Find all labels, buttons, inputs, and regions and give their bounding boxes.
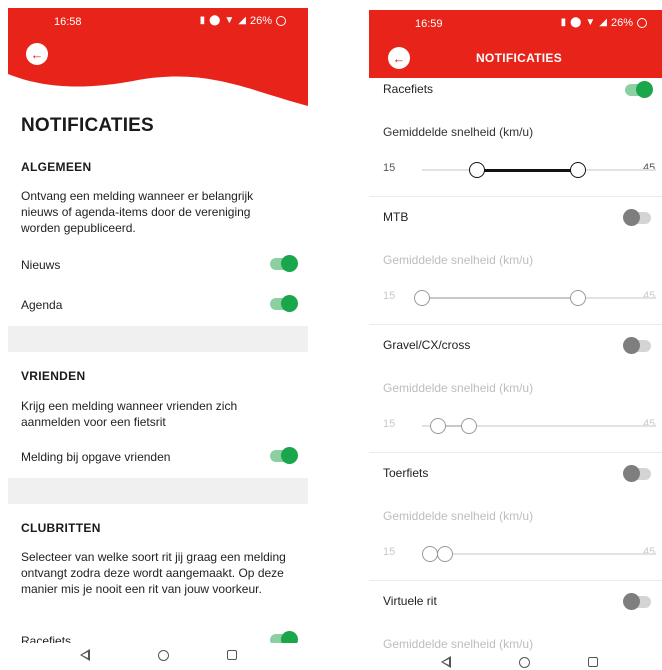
toggle-knob [623, 209, 640, 226]
battery-text: 26% [249, 15, 272, 27]
slider-selected-range [422, 297, 578, 299]
toggle-vrienden[interactable] [270, 447, 298, 464]
speed-label: Gemiddelde snelheid (km/u) [383, 381, 534, 395]
toggle-gravel-cx-cross[interactable] [623, 337, 651, 354]
signal-icon: ◢ [238, 15, 246, 26]
nav-recents-icon[interactable] [587, 657, 598, 667]
algemeen-description: Ontvang een melding wanneer er belangrij… [21, 189, 254, 235]
ride-type-label-mtb: MTB [383, 210, 409, 224]
vibrate-icon: ▮ [199, 15, 206, 26]
status-time: 16:59 [415, 18, 443, 30]
screen-left: 16:58 ▮ ⬤ ▼ ◢ 26% ← NOTIFICATIES ALGEMEE… [8, 8, 308, 670]
section-divider [8, 478, 308, 504]
toggle-knob [281, 447, 298, 464]
back-button[interactable]: ← [26, 43, 48, 65]
nav-home-icon[interactable] [157, 649, 169, 661]
range-max-label: 45 [643, 290, 656, 302]
vibrate-icon: ▮ [560, 17, 567, 28]
speed-label: Gemiddelde snelheid (km/u) [383, 253, 534, 267]
clubritten-description: Selecteer van welke soort rit jij graag … [21, 550, 286, 596]
slider-selected-range [476, 168, 578, 172]
screen-right: 16:59 ▮ ⬤ ▼ ◢ 26% ← NOTIFICATIES Racefie… [369, 10, 662, 670]
slider-thumb-max[interactable] [437, 546, 454, 562]
ride-type-label-virtuele-rit: Virtuele rit [383, 594, 437, 608]
slider-thumb-max[interactable] [570, 162, 586, 178]
vrienden-description: Krijg een melding wanneer vrienden zich … [21, 399, 238, 429]
ride-type-label-gravel-cx-cross: Gravel/CX/cross [383, 338, 471, 352]
range-max-label: 45 [643, 546, 656, 558]
toggle-nieuws[interactable] [270, 255, 298, 272]
speed-label: Gemiddelde snelheid (km/u) [383, 637, 534, 651]
setting-label-nieuws: Nieuws [21, 258, 61, 272]
status-bar: 16:58 ▮ ⬤ ▼ ◢ 26% [8, 8, 308, 36]
toggle-toerfiets[interactable] [623, 465, 651, 482]
wifi-icon: ▼ [224, 15, 235, 26]
toggle-knob [623, 337, 640, 354]
slider-track [422, 553, 656, 555]
nav-recents-icon[interactable] [226, 650, 237, 660]
status-time: 16:58 [54, 16, 82, 28]
range-min-label: 15 [383, 418, 396, 430]
location-icon: ⬤ [570, 17, 582, 28]
toggle-knob [636, 81, 653, 98]
row-divider [369, 324, 662, 325]
toggle-knob [623, 465, 640, 482]
section-title-algemeen: ALGEMEEN [21, 160, 92, 174]
range-min-label: 15 [383, 546, 396, 558]
setting-label-agenda: Agenda [21, 298, 63, 312]
range-max-label: 45 [643, 162, 656, 174]
status-icons: ▮ ⬤ ▼ ◢ 26% [200, 15, 286, 27]
toggle-knob [281, 255, 298, 272]
toggle-agenda[interactable] [270, 295, 298, 312]
nav-back-icon [440, 656, 451, 668]
nav-back-button[interactable] [440, 656, 461, 668]
slider-thumb-max[interactable] [570, 290, 586, 306]
slider-thumb-min[interactable] [429, 418, 446, 434]
left-header: 16:58 ▮ ⬤ ▼ ◢ 26% ← [8, 8, 308, 108]
row-divider [369, 580, 662, 581]
toggle-knob [623, 593, 640, 610]
location-icon: ⬤ [209, 15, 221, 26]
toggle-virtuele-rit[interactable] [623, 593, 651, 610]
ride-type-label-racefiets: Racefiets [383, 82, 434, 96]
setting-label-vrienden: Melding bij opgave vrienden [21, 450, 171, 464]
toggle-knob [281, 295, 298, 312]
ride-type-label-toerfiets: Toerfiets [383, 466, 429, 480]
section-divider [8, 326, 308, 352]
row-divider [369, 452, 662, 453]
speed-label: Gemiddelde snelheid (km/u) [383, 509, 534, 523]
right-header: 16:59 ▮ ⬤ ▼ ◢ 26% ← NOTIFICATIES [369, 10, 662, 78]
slider-thumb-min[interactable] [468, 162, 485, 178]
battery-icon [637, 18, 647, 28]
section-title-vrienden: VRIENDEN [21, 369, 86, 383]
slider-thumb-min[interactable] [421, 546, 438, 562]
status-bar: 16:59 ▮ ⬤ ▼ ◢ 26% [369, 10, 662, 38]
range-min-label: 15 [383, 162, 396, 174]
row-divider [369, 196, 662, 197]
page-title: NOTIFICATIES [21, 115, 154, 136]
nav-home-icon[interactable] [518, 656, 530, 668]
slider-thumb-max[interactable] [460, 418, 477, 434]
range-max-label: 45 [643, 418, 656, 430]
speed-label: Gemiddelde snelheid (km/u) [383, 125, 534, 139]
range-min-label: 15 [383, 290, 396, 302]
slider-thumb-min[interactable] [414, 290, 430, 306]
nav-bar [369, 654, 662, 670]
header-title: NOTIFICATIES [475, 51, 563, 65]
nav-back-button[interactable] [79, 649, 100, 661]
battery-icon [276, 16, 286, 26]
arrow-left-icon: ← [30, 46, 44, 62]
status-icons: ▮ ⬤ ▼ ◢ 26% [561, 17, 647, 29]
nav-back-icon [79, 649, 90, 661]
toggle-racefiets[interactable] [625, 81, 653, 98]
nav-bar [8, 643, 308, 667]
toggle-mtb[interactable] [623, 209, 651, 226]
wifi-icon: ▼ [585, 17, 596, 28]
section-title-clubritten: CLUBRITTEN [21, 521, 101, 535]
signal-icon: ◢ [599, 17, 607, 28]
battery-text: 26% [610, 17, 633, 29]
